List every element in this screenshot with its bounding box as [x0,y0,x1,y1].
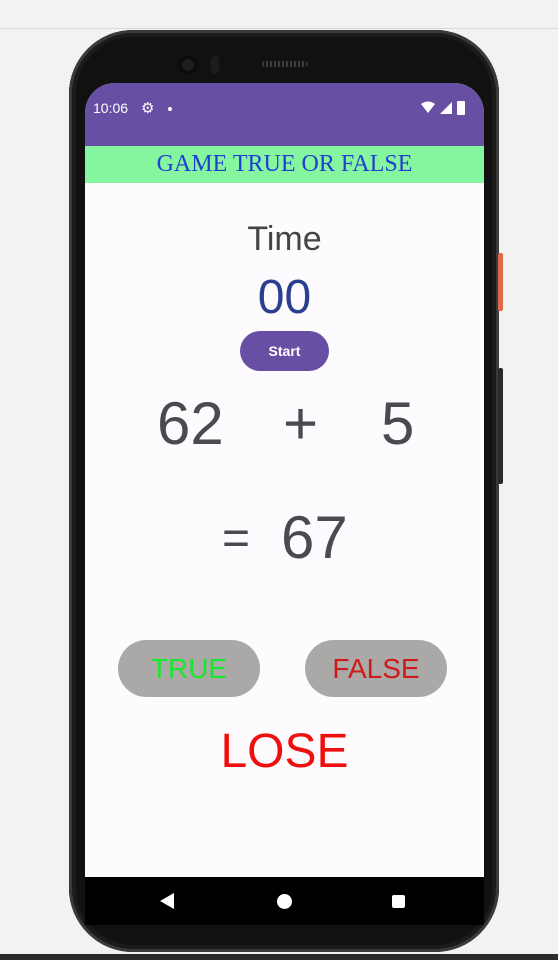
outcome-text: LOSE [220,725,349,778]
battery-icon [457,101,465,115]
power-button[interactable] [498,253,503,311]
browser-divider [0,28,558,29]
bottom-strip [0,954,558,960]
app-title: GAME TRUE OR FALSE [156,151,413,177]
status-icons [421,101,465,115]
app-title-bar: GAME TRUE OR FALSE [85,146,484,183]
result-value: 67 [281,504,348,571]
app-screen: 10:06 ⚙ GAME TRUE OR FALSE Time 00 Start… [85,83,484,925]
true-button[interactable]: TRUE [118,640,260,697]
wifi-icon [421,101,435,113]
home-icon[interactable] [277,894,292,909]
gear-icon: ⚙ [141,100,155,117]
notification-dot-icon [168,107,172,111]
earpiece-speaker-icon [262,61,308,67]
volume-button[interactable] [498,368,503,484]
status-bar: 10:06 ⚙ [85,83,484,146]
status-time: 10:06 [93,100,129,116]
operand-a: 62 [157,390,224,457]
time-value: 00 [257,271,312,324]
operand-b: 5 [381,390,415,457]
recents-icon[interactable] [392,895,405,908]
time-label: Time [247,220,322,258]
operator-sign: + [283,390,319,457]
system-nav-bar [85,877,484,925]
equals-sign: = [222,512,251,565]
front-camera-icon [178,55,198,75]
sensor-icon [211,56,219,74]
signal-icon [440,102,452,114]
start-button[interactable]: Start [240,331,329,371]
false-button[interactable]: FALSE [305,640,447,697]
back-icon[interactable] [160,893,174,909]
